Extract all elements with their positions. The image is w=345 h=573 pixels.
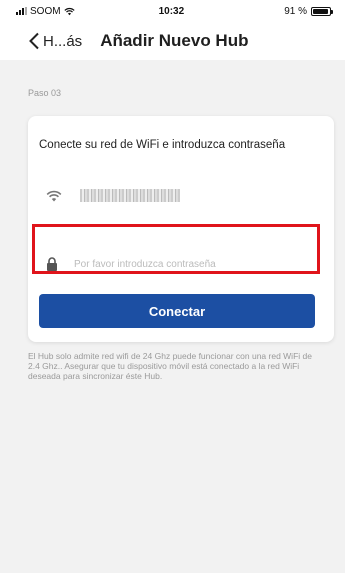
battery-percent: 91 % [284, 5, 307, 17]
connect-button[interactable]: Conectar [39, 294, 315, 328]
wifi-setup-card: Conecte su red de WiFi e introduzca cont… [28, 116, 334, 342]
card-title: Conecte su red de WiFi e introduzca cont… [39, 139, 286, 151]
frequency-note: El Hub solo admite red wifi de 24 Ghz pu… [28, 351, 312, 381]
lock-icon [47, 257, 57, 271]
status-time: 10:32 [158, 5, 185, 17]
cellular-signal-icon [16, 7, 27, 15]
page-title: Añadir Nuevo Hub [100, 31, 249, 50]
back-label: H...ás [43, 32, 83, 50]
network-row [46, 189, 180, 202]
network-name [80, 189, 180, 202]
password-input[interactable] [74, 258, 294, 270]
carrier-label: SOOM [30, 5, 61, 17]
wifi-status-icon [63, 7, 75, 15]
step-label: Paso 03 [28, 88, 62, 98]
status-right: 91 % [284, 5, 333, 17]
nav-bar: H...ás Añadir Nuevo Hub [0, 22, 345, 60]
battery-level-fill [313, 8, 328, 14]
wifi-icon [46, 190, 62, 201]
status-left: SOOM [16, 6, 75, 17]
status-bar: SOOM 10:32 91 % [0, 0, 345, 22]
battery-icon [311, 6, 333, 16]
chevron-left-icon [29, 32, 39, 50]
back-button[interactable]: H...ás [28, 32, 82, 50]
password-field[interactable] [40, 242, 316, 286]
